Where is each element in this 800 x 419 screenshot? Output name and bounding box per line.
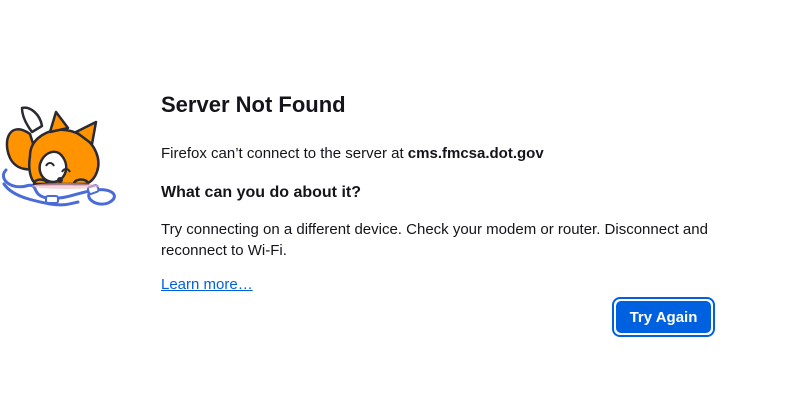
help-advice-line-1: Try connecting on a different device. Ch… — [161, 221, 708, 238]
try-again-button[interactable]: Try Again — [612, 297, 715, 337]
action-row: Try Again — [612, 297, 715, 337]
help-heading: What can you do about it? — [161, 184, 361, 201]
help-advice: Try connecting on a different device. Ch… — [161, 219, 721, 261]
server-hostname: cms.fmcsa.dot.gov — [407, 145, 544, 162]
error-description: Firefox can’t connect to the server at c… — [161, 144, 721, 164]
error-content: Server Not Found Firefox can’t connect t… — [161, 90, 721, 295]
error-description-text: Firefox can’t connect to the server at — [161, 145, 408, 162]
help-advice-line-2: reconnect to Wi-Fi. — [161, 242, 287, 259]
error-page: Server Not Found Firefox can’t connect t… — [0, 0, 800, 419]
fox-tangled-cable-icon — [0, 100, 130, 212]
try-again-button-label: Try Again — [616, 301, 711, 333]
page-title: Server Not Found — [161, 92, 346, 117]
learn-more-link[interactable]: Learn more… — [161, 275, 253, 295]
